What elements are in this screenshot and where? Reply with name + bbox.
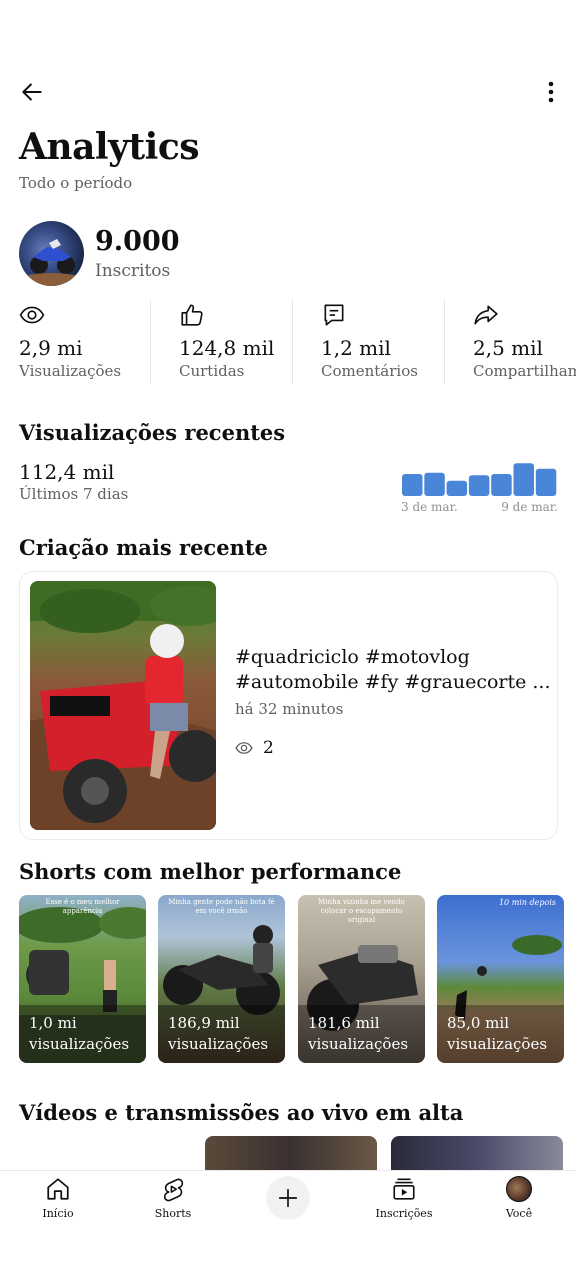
trending-video-thumbnail[interactable] bbox=[19, 1136, 191, 1172]
comment-icon bbox=[324, 304, 344, 326]
short-views-label: visualizações bbox=[447, 1035, 548, 1053]
recent-views-chart[interactable]: 3 de mar. 9 de mar. bbox=[400, 455, 560, 515]
share-icon bbox=[474, 305, 498, 325]
chart-bar bbox=[468, 475, 490, 496]
nav-label: Inscrições bbox=[375, 1207, 433, 1220]
nav-shorts[interactable]: Shorts bbox=[128, 1171, 218, 1231]
short-views: 181,6 mil visualizações bbox=[308, 1013, 408, 1055]
nav-label: Shorts bbox=[154, 1207, 192, 1220]
chart-bar bbox=[513, 463, 534, 496]
short-views-count: 181,6 mil bbox=[308, 1014, 380, 1032]
trending-video-thumbnail[interactable] bbox=[205, 1136, 377, 1172]
short-views-label: visualizações bbox=[308, 1035, 409, 1053]
period-selector[interactable]: Todo o período bbox=[19, 174, 132, 192]
stat-value: 2,5 mil bbox=[473, 336, 543, 360]
short-views-label: visualizações bbox=[29, 1035, 130, 1053]
short-overlay-text: Esse é o meu melhor apparência bbox=[45, 898, 120, 915]
stat-divider bbox=[444, 300, 445, 384]
nav-home[interactable]: Início bbox=[13, 1171, 103, 1231]
chart-end-label: 9 de mar. bbox=[501, 500, 558, 514]
short-views: 1,0 mi visualizações bbox=[29, 1013, 129, 1055]
short-views-label: visualizações bbox=[168, 1035, 269, 1053]
video-thumbnail-image bbox=[30, 581, 216, 830]
stat-divider bbox=[150, 300, 151, 384]
latest-creation-title: Criação mais recente bbox=[19, 535, 268, 560]
nav-you[interactable]: Você bbox=[474, 1171, 564, 1231]
short-card[interactable]: 10 min depois 85,0 mil visualizações bbox=[437, 895, 564, 1063]
recent-views-period: Últimos 7 dias bbox=[19, 485, 129, 503]
avatar-icon bbox=[506, 1176, 532, 1202]
stat-value: 124,8 mil bbox=[179, 336, 275, 360]
short-card[interactable]: Minha gente pode não bota fé em você irm… bbox=[158, 895, 285, 1063]
arrow-left-icon bbox=[22, 83, 42, 101]
trending-title: Vídeos e transmissões ao vivo em alta bbox=[19, 1100, 464, 1125]
recent-views-title: Visualizações recentes bbox=[19, 420, 286, 445]
short-card[interactable]: Minha vizinha me vendo colocar o escapam… bbox=[298, 895, 425, 1063]
shorts-icon bbox=[163, 1178, 184, 1202]
short-views-count: 186,9 mil bbox=[168, 1014, 240, 1032]
nav-label: Você bbox=[505, 1207, 533, 1220]
bar-chart: 3 de mar. 9 de mar. bbox=[401, 463, 558, 514]
stat-label: Curtidas bbox=[179, 362, 245, 380]
stat-value: 1,2 mil bbox=[321, 336, 391, 360]
top-app-bar bbox=[0, 60, 576, 120]
short-views-count: 85,0 mil bbox=[447, 1014, 509, 1032]
thumbs-up-icon bbox=[181, 304, 203, 326]
short-views: 186,9 mil visualizações bbox=[168, 1013, 268, 1055]
chart-bar bbox=[402, 474, 423, 496]
more-vertical-icon bbox=[548, 81, 554, 103]
avatar-image bbox=[19, 239, 84, 286]
subscriptions-icon bbox=[393, 1178, 415, 1200]
subscriber-count: 9.000 bbox=[95, 226, 180, 257]
create-button[interactable] bbox=[266, 1176, 310, 1220]
nav-subscriptions[interactable]: Inscrições bbox=[359, 1171, 449, 1231]
latest-video-thumbnail[interactable] bbox=[30, 581, 216, 830]
views-count: 2 bbox=[263, 738, 274, 758]
page-title: Analytics bbox=[19, 126, 200, 168]
chart-bar bbox=[446, 480, 468, 496]
stat-divider bbox=[292, 300, 293, 384]
subscriber-label: Inscritos bbox=[95, 261, 171, 281]
more-options-button[interactable] bbox=[534, 74, 568, 110]
nav-label: Início bbox=[42, 1207, 74, 1220]
short-overlay-text: Minha vizinha me vendo colocar o escapam… bbox=[318, 898, 405, 924]
stats-row: 2,9 mi Visualizações 124,8 mil Curtidas … bbox=[0, 298, 576, 386]
plus-icon bbox=[278, 1188, 298, 1208]
short-views: 85,0 mil visualizações bbox=[447, 1013, 547, 1055]
short-views-count: 1,0 mi bbox=[29, 1014, 77, 1032]
chart-start-label: 3 de mar. bbox=[401, 500, 458, 514]
home-icon bbox=[47, 1178, 69, 1200]
trending-video-thumbnail[interactable] bbox=[391, 1136, 563, 1172]
top-shorts-title: Shorts com melhor performance bbox=[19, 859, 402, 884]
stat-label: Comentários bbox=[321, 362, 418, 380]
short-card[interactable]: Esse é o meu melhor apparência 1,0 mi vi… bbox=[19, 895, 146, 1063]
latest-video-views: 2 bbox=[235, 738, 274, 758]
eye-icon bbox=[19, 306, 45, 324]
stat-value: 2,9 mi bbox=[19, 336, 83, 360]
chart-bar bbox=[424, 472, 445, 496]
chart-bar bbox=[535, 468, 557, 496]
channel-avatar bbox=[19, 221, 84, 286]
chart-bar bbox=[491, 474, 512, 496]
latest-video-title[interactable]: #quadriciclo #motovlog #automobile #fy #… bbox=[235, 645, 555, 695]
stat-label: Compartilhamentos bbox=[473, 362, 576, 380]
short-overlay-text: 10 min depois bbox=[498, 898, 556, 907]
stat-shares[interactable]: 2,5 mil Compartilhamentos bbox=[473, 298, 576, 386]
stat-label: Visualizações bbox=[19, 362, 122, 380]
eye-icon bbox=[235, 742, 253, 754]
short-overlay-text: Minha gente pode não bota fé em você irm… bbox=[168, 898, 275, 915]
back-button[interactable] bbox=[14, 74, 50, 110]
latest-video-time: há 32 minutos bbox=[235, 700, 344, 718]
recent-views-value: 112,4 mil bbox=[19, 460, 115, 484]
